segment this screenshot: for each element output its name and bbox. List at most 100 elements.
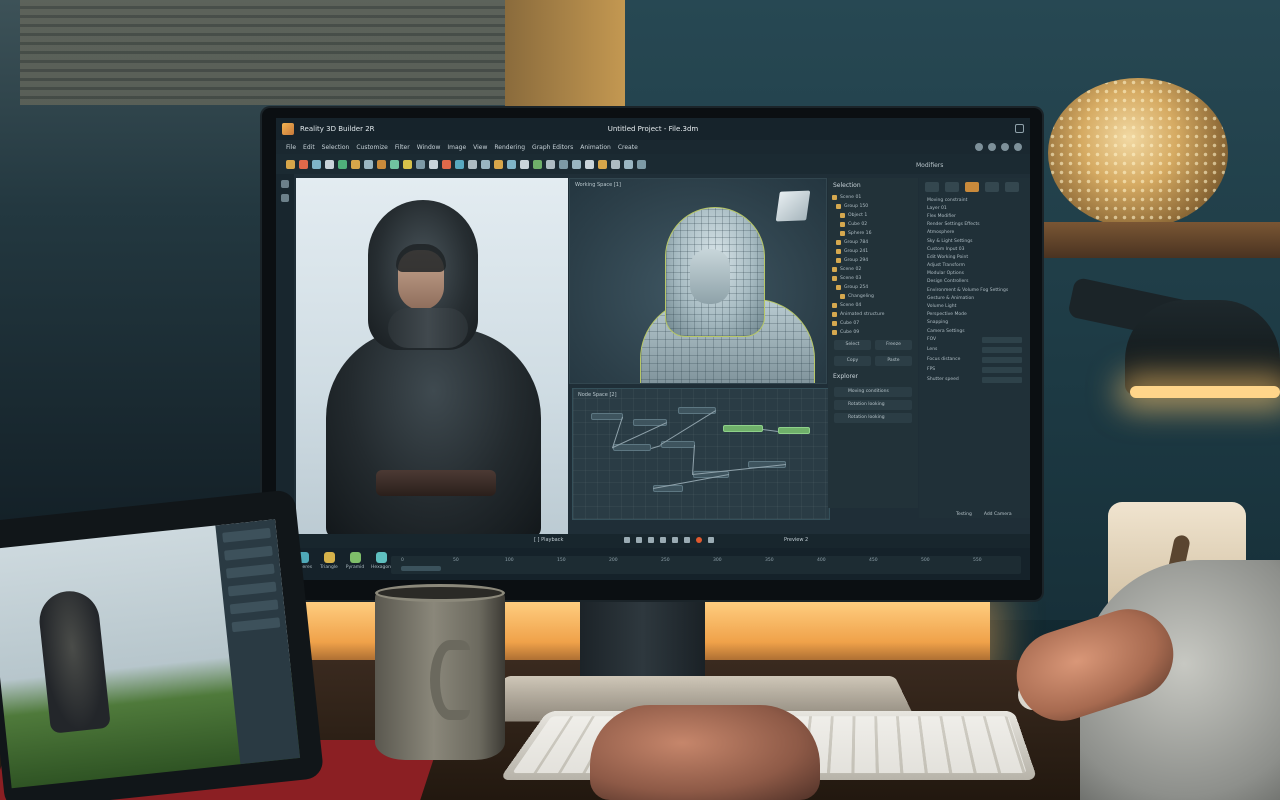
modifier-item[interactable]: Volume Light (919, 302, 1030, 310)
share-icon[interactable] (975, 143, 983, 151)
copy-button[interactable]: Copy (834, 356, 871, 366)
tree-item[interactable]: Group 254 (828, 283, 918, 292)
toolbar-tool-icon[interactable] (351, 159, 360, 169)
toolbar-tool-icon[interactable] (403, 159, 412, 169)
step-forward-icon[interactable] (672, 537, 678, 543)
toolbar-tool-icon[interactable] (312, 159, 321, 169)
testing-button[interactable]: Testing (956, 512, 972, 517)
tree-item[interactable]: Cube 02 (828, 220, 918, 229)
menu-file[interactable]: File (286, 144, 296, 151)
toolbar-tool-icon[interactable] (286, 159, 295, 169)
toolbar-tool-icon[interactable] (455, 159, 464, 169)
timeline-clip[interactable] (401, 566, 441, 571)
toolbar-tool-icon[interactable] (481, 159, 490, 169)
toolbar-tool-icon[interactable] (494, 159, 503, 169)
explorer-item[interactable]: Moving conditions (834, 387, 912, 397)
tab-move-icon[interactable] (925, 182, 939, 192)
modifier-item[interactable]: Custom Input 03 (919, 245, 1030, 253)
modifier-item[interactable]: Render Settings Effects (919, 221, 1030, 229)
modifier-item[interactable]: Modular Options (919, 270, 1030, 278)
tab-material-icon[interactable] (985, 182, 999, 192)
freeze-button[interactable]: Freeze (875, 340, 912, 350)
toolbar-tool-icon[interactable] (377, 159, 386, 169)
modifier-item[interactable]: Adjust Transform (919, 262, 1030, 270)
menu-image[interactable]: Image (447, 144, 466, 151)
toolbar-tool-icon[interactable] (429, 159, 438, 169)
select-tool-icon[interactable] (281, 180, 289, 188)
modifier-item[interactable]: Atmosphere (919, 229, 1030, 237)
camera-prop-input[interactable] (982, 377, 1022, 384)
user-icon[interactable] (1014, 143, 1022, 151)
toolbar-tool-icon[interactable] (598, 159, 607, 169)
menu-create[interactable]: Create (618, 144, 638, 151)
tree-item[interactable]: Group 784 (828, 238, 918, 247)
working-space-viewport[interactable]: Working Space [1] (569, 178, 827, 384)
toolbar-tool-icon[interactable] (611, 159, 620, 169)
tree-item[interactable]: Scene 01 (828, 193, 918, 202)
menu-graph-editors[interactable]: Graph Editors (532, 144, 573, 151)
tree-item[interactable]: Cube 07 (828, 319, 918, 328)
modifier-item[interactable]: Layer 01 (919, 204, 1030, 212)
modifier-item[interactable]: Sky & Light Settings (919, 237, 1030, 245)
select-button[interactable]: Select (834, 340, 871, 350)
modifier-item[interactable]: Flex Modifier (919, 212, 1030, 220)
dock-pyramid[interactable]: Pyramid (342, 552, 368, 570)
view-cube-icon[interactable] (775, 190, 811, 222)
skip-forward-icon[interactable] (684, 537, 690, 543)
step-back-icon[interactable] (636, 537, 642, 543)
window-control-icon[interactable] (1015, 124, 1024, 133)
tab-modifier-icon[interactable] (965, 182, 979, 192)
toolbar-tool-icon[interactable] (533, 159, 542, 169)
toolbar-tool-icon[interactable] (338, 159, 347, 169)
record-icon[interactable] (696, 537, 702, 543)
graph-node[interactable] (723, 425, 763, 432)
menu-edit[interactable]: Edit (303, 144, 315, 151)
loop-icon[interactable] (708, 537, 714, 543)
graph-node[interactable] (591, 413, 623, 420)
tree-item[interactable]: Object 1 (828, 211, 918, 220)
tree-item[interactable]: Scene 04 (828, 301, 918, 310)
toolbar-tool-icon[interactable] (468, 159, 477, 169)
tree-item[interactable]: Cube 09 (828, 328, 918, 337)
modifier-item[interactable]: Environment & Volume Fog Settings (919, 286, 1030, 294)
render-viewport[interactable] (296, 178, 568, 534)
modifier-item[interactable]: Edit Working Point (919, 253, 1030, 261)
toolbar-tool-icon[interactable] (585, 159, 594, 169)
tree-item[interactable]: Group 241 (828, 247, 918, 256)
toolbar-tool-icon[interactable] (364, 159, 373, 169)
tree-item[interactable]: Scene 03 (828, 274, 918, 283)
timeline[interactable]: 0 50 100 150 200 250 300 350 400 450 500 550 (391, 556, 1021, 574)
tree-item[interactable]: Animated structure (828, 310, 918, 319)
toolbar-tool-icon[interactable] (624, 159, 633, 169)
modifier-item[interactable]: Design Controllers (919, 278, 1030, 286)
toolbar-tool-icon[interactable] (507, 159, 516, 169)
menu-selection[interactable]: Selection (322, 144, 350, 151)
tree-item[interactable]: Changeling (828, 292, 918, 301)
menu-animation[interactable]: Animation (580, 144, 611, 151)
toolbar-tool-icon[interactable] (299, 159, 308, 169)
explorer-item[interactable]: Rotation looking (834, 413, 912, 423)
camera-prop-input[interactable] (982, 347, 1022, 354)
toolbar-tool-icon[interactable] (325, 159, 334, 169)
camera-prop-input[interactable] (982, 337, 1022, 344)
tree-item[interactable]: Group 150 (828, 202, 918, 211)
node-space-editor[interactable]: Node Space [2] (572, 388, 830, 520)
dock-triangle[interactable]: Triangle (316, 552, 342, 570)
camera-prop-input[interactable] (982, 357, 1022, 364)
explorer-item[interactable]: Rotation looking (834, 400, 912, 410)
toolbar-tool-icon[interactable] (416, 159, 425, 169)
toolbar-tool-icon[interactable] (637, 159, 646, 169)
add-camera-button[interactable]: Add Camera (984, 512, 1012, 517)
play-icon[interactable] (648, 537, 654, 543)
pause-icon[interactable] (660, 537, 666, 543)
toolbar-tool-icon[interactable] (520, 159, 529, 169)
menu-view[interactable]: View (473, 144, 487, 151)
toolbar-tool-icon[interactable] (546, 159, 555, 169)
tree-item[interactable]: Group 294 (828, 256, 918, 265)
toolbar-tool-icon[interactable] (572, 159, 581, 169)
menu-window[interactable]: Window (417, 144, 441, 151)
graph-node[interactable] (661, 441, 695, 448)
toolbar-tool-icon[interactable] (559, 159, 568, 169)
graph-node[interactable] (778, 427, 810, 434)
menu-rendering[interactable]: Rendering (494, 144, 525, 151)
